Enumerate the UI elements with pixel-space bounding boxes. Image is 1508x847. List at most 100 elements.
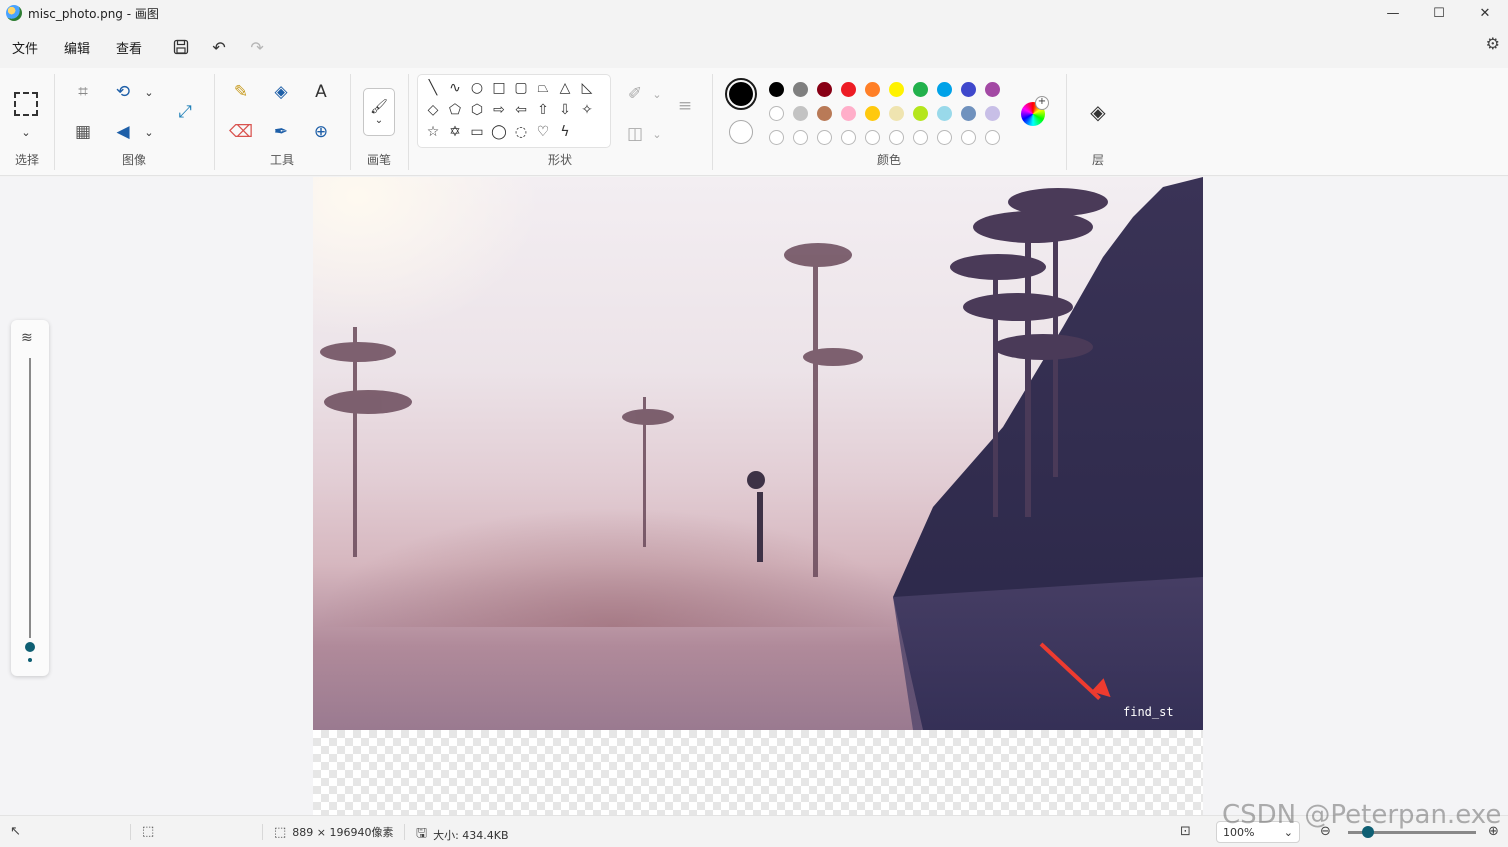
image-resize-frame-icon[interactable]: ⤢ (171, 98, 199, 126)
color-swatch[interactable] (841, 106, 856, 121)
layers-icon[interactable]: ◈ (1084, 98, 1112, 126)
diamond-shape-icon[interactable]: ◇ (422, 99, 444, 121)
stroke-size-icon[interactable]: ≡ (671, 92, 699, 120)
line-shape-icon[interactable]: ╲ (422, 77, 444, 99)
menu-view[interactable]: 查看 (116, 38, 142, 57)
custom-color-slot[interactable] (961, 130, 976, 145)
crop-icon[interactable]: ⌗ (69, 78, 97, 106)
color-swatch[interactable] (769, 82, 784, 97)
drawing-canvas[interactable]: find_st (313, 177, 1203, 815)
rotate-icon[interactable]: ⟲ (109, 78, 137, 106)
color-swatch[interactable] (913, 82, 928, 97)
color-swatch[interactable] (961, 106, 976, 121)
secondary-color-swatch[interactable] (729, 120, 753, 144)
slider-track[interactable] (29, 358, 31, 638)
heart-shape-icon[interactable]: ♡ (532, 121, 554, 143)
rect-callout-shape-icon[interactable]: ▭ (466, 121, 488, 143)
menu-file[interactable]: 文件 (12, 38, 38, 57)
pencil-icon[interactable]: ✎ (227, 78, 255, 106)
oval-shape-icon[interactable]: ○ (466, 77, 488, 99)
color-swatch[interactable] (937, 106, 952, 121)
triangle-shape-icon[interactable]: △ (554, 77, 576, 99)
custom-color-slot[interactable] (937, 130, 952, 145)
save-icon[interactable] (168, 34, 194, 60)
hidden-text-label: find_st (1123, 705, 1174, 719)
menu-edit[interactable]: 编辑 (64, 38, 90, 57)
magnifier-icon[interactable]: ⊕ (307, 118, 335, 146)
color-swatch[interactable] (865, 82, 880, 97)
custom-color-slot[interactable] (985, 130, 1000, 145)
primary-color-swatch[interactable] (725, 78, 757, 110)
close-button[interactable]: ✕ (1462, 0, 1508, 26)
color-swatch[interactable] (937, 82, 952, 97)
up-arrow-shape-icon[interactable]: ⇧ (532, 99, 554, 121)
custom-color-slot[interactable] (793, 130, 808, 145)
hexagon-shape-icon[interactable]: ⬡ (466, 99, 488, 121)
edit-colors-wheel-icon[interactable] (1021, 96, 1049, 126)
image-group: ⌗ ⟲ ⌄ ▦ ◀ ⌄ ⤢ 图像 (55, 70, 213, 174)
outline-dropdown-icon[interactable]: ⌄ (643, 80, 671, 108)
right-triangle-shape-icon[interactable]: ◺ (576, 77, 598, 99)
minimize-button[interactable]: — (1370, 0, 1416, 26)
custom-color-slot[interactable] (889, 130, 904, 145)
polygon-shape-icon[interactable]: ⏢ (532, 77, 554, 99)
color-swatch[interactable] (889, 106, 904, 121)
color-swatch[interactable] (889, 82, 904, 97)
brush-button[interactable]: 🖌 ⌄ (363, 88, 395, 136)
undo-icon[interactable]: ↶ (206, 34, 232, 60)
color-swatch[interactable] (841, 82, 856, 97)
color-swatch[interactable] (817, 106, 832, 121)
color-swatch[interactable] (817, 82, 832, 97)
left-arrow-shape-icon[interactable]: ⇦ (510, 99, 532, 121)
rectangle-select-icon[interactable] (12, 90, 40, 118)
cloud-callout-shape-icon[interactable]: ◌ (510, 121, 532, 143)
status-divider (130, 824, 131, 840)
right-arrow-shape-icon[interactable]: ⇨ (488, 99, 510, 121)
down-arrow-shape-icon[interactable]: ⇩ (554, 99, 576, 121)
canvas-workspace[interactable]: find_st ≋ (0, 177, 1508, 815)
rectangle-shape-icon[interactable]: □ (488, 77, 510, 99)
custom-color-slot[interactable] (841, 130, 856, 145)
color-swatch[interactable] (913, 106, 928, 121)
color-swatch[interactable] (865, 106, 880, 121)
six-point-star-shape-icon[interactable]: ✡ (444, 121, 466, 143)
five-point-star-shape-icon[interactable]: ☆ (422, 121, 444, 143)
color-swatch[interactable] (985, 82, 1000, 97)
status-divider (404, 824, 405, 840)
custom-color-slot[interactable] (817, 130, 832, 145)
pentagon-shape-icon[interactable]: ⬠ (444, 99, 466, 121)
custom-color-slot[interactable] (913, 130, 928, 145)
select-dropdown-chevron-icon[interactable]: ⌄ (12, 118, 40, 146)
oval-callout-shape-icon[interactable]: ◯ (488, 121, 510, 143)
flip-icon[interactable]: ◀ (109, 118, 137, 146)
fit-to-window[interactable]: ⊡ (1180, 824, 1197, 839)
settings-gear-icon[interactable]: ⚙ (1486, 34, 1500, 53)
color-swatch[interactable] (961, 82, 976, 97)
brush-icon: 🖌 (370, 98, 388, 115)
curve-shape-icon[interactable]: ∿ (444, 77, 466, 99)
flip-dropdown-icon[interactable]: ⌄ (135, 118, 163, 146)
maximize-button[interactable]: ☐ (1416, 0, 1462, 26)
redo-icon[interactable]: ↷ (244, 34, 270, 60)
four-point-star-shape-icon[interactable]: ✧ (576, 99, 598, 121)
color-swatch[interactable] (793, 106, 808, 121)
color-swatch[interactable] (769, 106, 784, 121)
resize-icon[interactable]: ▦ (69, 118, 97, 146)
select-group: ⌄ 选择 (0, 70, 54, 174)
color-picker-icon[interactable]: ✒ (267, 118, 295, 146)
fill-bucket-icon[interactable]: ◈ (267, 78, 295, 106)
custom-color-slot[interactable] (865, 130, 880, 145)
rotate-dropdown-icon[interactable]: ⌄ (135, 78, 163, 106)
custom-color-slot[interactable] (769, 130, 784, 145)
lightning-shape-icon[interactable]: ϟ (554, 121, 576, 143)
eraser-icon[interactable]: ⌫ (227, 118, 255, 146)
tools-group: ✎ ◈ A ⌫ ✒ ⊕ 工具 (215, 70, 349, 174)
color-swatch[interactable] (985, 106, 1000, 121)
text-icon[interactable]: A (307, 78, 335, 106)
fill-dropdown-icon[interactable]: ⌄ (643, 120, 671, 148)
color-swatch[interactable] (793, 82, 808, 97)
slider-thumb[interactable] (25, 642, 35, 652)
fit-window-icon[interactable]: ⊡ (1180, 824, 1191, 839)
colors-group-label: 颜色 (876, 153, 901, 167)
rounded-rectangle-shape-icon[interactable]: ▢ (510, 77, 532, 99)
